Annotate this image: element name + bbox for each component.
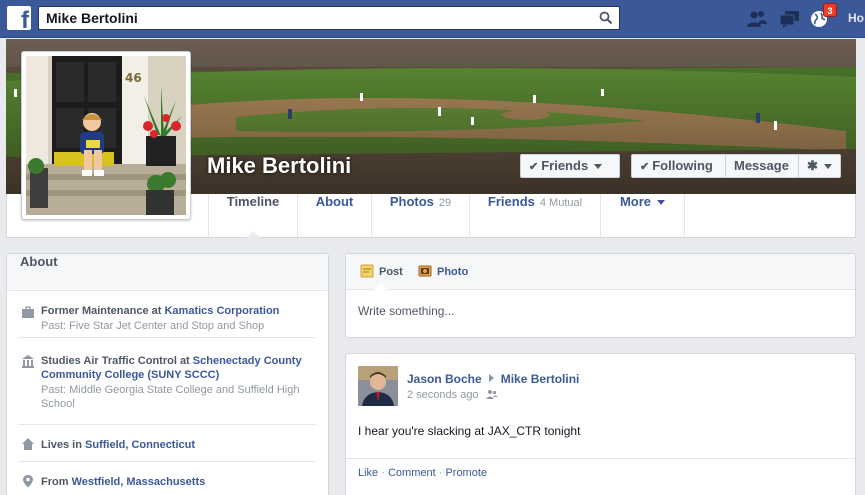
employer-link[interactable]: Kamatics Corporation <box>164 305 279 317</box>
search-input[interactable] <box>39 7 579 29</box>
search-box[interactable] <box>38 6 620 30</box>
tab-photos[interactable]: Photos 29 <box>372 194 470 237</box>
status-pencil-icon <box>360 264 374 278</box>
about-item-education: Studies Air Traffic Control at Schenecta… <box>19 338 316 425</box>
notifications-count-badge: 3 <box>823 3 837 17</box>
author-avatar-image <box>358 366 398 406</box>
about-title[interactable]: About <box>7 254 328 291</box>
story-message: I hear you're slacking at JAX_CTR tonigh… <box>358 424 581 438</box>
messages-icon[interactable] <box>779 9 801 29</box>
following-button[interactable]: ✔ Following <box>631 154 726 178</box>
author-avatar[interactable] <box>358 366 398 406</box>
status-input[interactable] <box>358 304 838 324</box>
about-box: About Former Maintenance at Kamatics Cor… <box>6 253 329 495</box>
target-profile-link[interactable]: Mike Bertolini <box>501 372 580 386</box>
story-actions: Like · Comment · Promote <box>346 458 855 494</box>
profile-photo-image: 46 <box>26 56 186 215</box>
chevron-down-icon <box>657 200 666 206</box>
chevron-down-icon <box>823 164 832 170</box>
photo-icon <box>418 265 432 277</box>
svg-text:46: 46 <box>125 71 142 85</box>
mutual-friends-count: 4 Mutual <box>539 197 583 209</box>
past-work: Past: Five Star Jet Center and Stop and … <box>41 320 265 332</box>
promote-link[interactable]: Promote <box>445 467 487 479</box>
briefcase-icon <box>22 306 34 318</box>
like-link[interactable]: Like <box>358 467 378 479</box>
checkmark-icon: ✔ <box>529 161 539 173</box>
profile-name: Mike Bertolini <box>207 153 352 178</box>
house-icon <box>22 438 34 450</box>
author-link[interactable]: Jason Boche <box>407 372 482 386</box>
checkmark-icon: ✔ <box>640 161 650 173</box>
post-composer: Post Photo <box>345 253 856 338</box>
photos-count: 29 <box>438 197 452 209</box>
chevron-down-icon <box>594 164 603 170</box>
about-item-hometown: From Westfield, Massachusetts <box>19 462 316 495</box>
top-bar: f 3 Ho <box>0 0 865 38</box>
composer-tab-post[interactable]: Post <box>360 264 403 280</box>
comment-link[interactable]: Comment <box>388 467 436 479</box>
message-button[interactable]: Message <box>725 154 799 178</box>
settings-menu-button[interactable]: ✱ <box>798 154 841 178</box>
tab-friends[interactable]: Friends 4 Mutual <box>470 194 601 237</box>
tab-timeline[interactable]: Timeline <box>208 194 298 238</box>
about-item-lives-in: Lives in Suffield, Connecticut <box>19 425 316 462</box>
facebook-logo[interactable]: f <box>7 6 31 30</box>
story-header: Jason Boche Mike Bertolini <box>407 372 579 386</box>
hometown-link[interactable]: Westfield, Massachusetts <box>72 476 206 488</box>
gear-icon: ✱ <box>807 158 818 173</box>
search-icon[interactable] <box>599 11 613 25</box>
composer-tab-photo[interactable]: Photo <box>418 264 468 280</box>
profile-picture[interactable]: 46 <box>21 51 191 220</box>
arrow-right-icon <box>488 374 494 382</box>
past-education: Past: Middle Georgia State College and S… <box>41 384 300 410</box>
location-pin-icon <box>23 475 33 488</box>
friends-audience-icon[interactable] <box>485 389 498 400</box>
home-link[interactable]: Ho <box>848 11 864 25</box>
active-tab-indicator <box>374 283 388 290</box>
school-icon <box>22 355 34 368</box>
current-city-link[interactable]: Suffield, Connecticut <box>85 439 195 451</box>
about-item-work: Former Maintenance at Kamatics Corporati… <box>19 291 316 338</box>
story-timestamp: 2 seconds ago <box>407 389 498 401</box>
friend-requests-icon[interactable] <box>746 9 768 29</box>
friends-status-button[interactable]: ✔ Friends <box>520 154 620 178</box>
feed-story: Jason Boche Mike Bertolini 2 seconds ago … <box>345 353 856 495</box>
tab-more[interactable]: More <box>601 194 685 237</box>
composer-tabs: Post Photo <box>346 254 855 290</box>
tab-about[interactable]: About <box>298 194 372 237</box>
